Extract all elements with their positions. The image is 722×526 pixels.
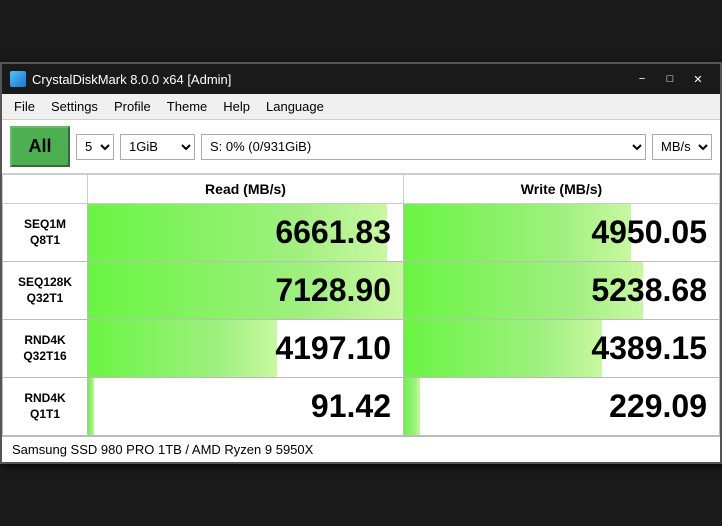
read-value-text-2: 4197.10 — [88, 320, 403, 377]
read-value-0: 6661.83 — [88, 204, 404, 262]
status-text: Samsung SSD 980 PRO 1TB / AMD Ryzen 9 59… — [12, 442, 313, 457]
table-row: SEQ1MQ8T16661.834950.05 — [3, 204, 720, 262]
read-value-text-1: 7128.90 — [88, 262, 403, 319]
drive-select[interactable]: S: 0% (0/931GiB) — [201, 134, 646, 160]
status-bar: Samsung SSD 980 PRO 1TB / AMD Ryzen 9 59… — [2, 436, 720, 462]
window-title: CrystalDiskMark 8.0.0 x64 [Admin] — [32, 72, 628, 87]
table-row: RND4KQ1T191.42229.09 — [3, 378, 720, 436]
write-value-0: 4950.05 — [404, 204, 720, 262]
toolbar: All 5 1 3 1GiB 512MiB 2GiB S: 0% (0/931G… — [2, 120, 720, 174]
write-value-3: 229.09 — [404, 378, 720, 436]
menu-item-settings[interactable]: Settings — [43, 96, 106, 117]
menu-bar: FileSettingsProfileThemeHelpLanguage — [2, 94, 720, 120]
menu-item-profile[interactable]: Profile — [106, 96, 159, 117]
read-value-text-3: 91.42 — [88, 378, 403, 435]
app-icon — [10, 71, 26, 87]
label-column-header — [3, 175, 88, 204]
table-row: SEQ128KQ32T17128.905238.68 — [3, 262, 720, 320]
menu-item-file[interactable]: File — [6, 96, 43, 117]
write-value-text-3: 229.09 — [404, 378, 719, 435]
write-value-text-1: 5238.68 — [404, 262, 719, 319]
menu-item-theme[interactable]: Theme — [159, 96, 215, 117]
unit-select[interactable]: MB/s GB/s — [652, 134, 712, 160]
maximize-button[interactable]: □ — [656, 68, 684, 90]
row-label-0: SEQ1MQ8T1 — [3, 204, 88, 262]
read-value-text-0: 6661.83 — [88, 204, 403, 261]
runs-select[interactable]: 5 1 3 — [76, 134, 114, 160]
menu-item-language[interactable]: Language — [258, 96, 332, 117]
write-value-1: 5238.68 — [404, 262, 720, 320]
results-table: Read (MB/s) Write (MB/s) SEQ1MQ8T16661.8… — [2, 174, 720, 436]
write-value-text-0: 4950.05 — [404, 204, 719, 261]
read-value-3: 91.42 — [88, 378, 404, 436]
write-column-header: Write (MB/s) — [404, 175, 720, 204]
close-button[interactable]: ✕ — [684, 68, 712, 90]
menu-item-help[interactable]: Help — [215, 96, 258, 117]
main-content: All 5 1 3 1GiB 512MiB 2GiB S: 0% (0/931G… — [2, 120, 720, 436]
application-window: CrystalDiskMark 8.0.0 x64 [Admin] − □ ✕ … — [0, 62, 722, 464]
read-value-2: 4197.10 — [88, 320, 404, 378]
table-row: RND4KQ32T164197.104389.15 — [3, 320, 720, 378]
size-select[interactable]: 1GiB 512MiB 2GiB — [120, 134, 195, 160]
read-column-header: Read (MB/s) — [88, 175, 404, 204]
write-value-text-2: 4389.15 — [404, 320, 719, 377]
window-controls: − □ ✕ — [628, 68, 712, 90]
row-label-1: SEQ128KQ32T1 — [3, 262, 88, 320]
read-value-1: 7128.90 — [88, 262, 404, 320]
row-label-2: RND4KQ32T16 — [3, 320, 88, 378]
write-value-2: 4389.15 — [404, 320, 720, 378]
minimize-button[interactable]: − — [628, 68, 656, 90]
row-label-3: RND4KQ1T1 — [3, 378, 88, 436]
all-button[interactable]: All — [10, 126, 70, 167]
title-bar: CrystalDiskMark 8.0.0 x64 [Admin] − □ ✕ — [2, 64, 720, 94]
